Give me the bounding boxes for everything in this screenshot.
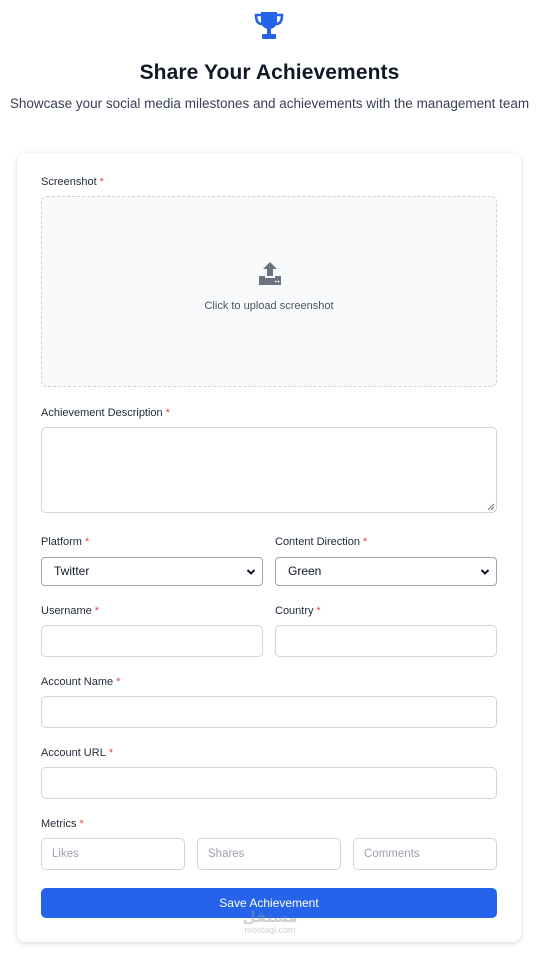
required-mark: *	[79, 818, 84, 830]
upload-icon	[259, 262, 281, 285]
required-mark: *	[316, 605, 321, 617]
content-direction-selected-value: Green	[288, 564, 322, 578]
account-url-input[interactable]	[41, 767, 497, 799]
save-achievement-button[interactable]: Save Achievement	[41, 888, 497, 918]
description-textarea[interactable]	[41, 427, 497, 513]
country-label: Country *	[275, 605, 321, 617]
page-subtitle: Showcase your social media milestones an…	[9, 96, 530, 111]
shares-placeholder: Shares	[208, 848, 245, 860]
content-direction-label: Content Direction *	[275, 536, 368, 548]
metrics-label: Metrics *	[41, 818, 84, 830]
likes-placeholder: Likes	[52, 848, 79, 860]
username-label: Username *	[41, 605, 100, 617]
upload-instruction: Click to upload screenshot	[204, 300, 334, 312]
comments-input[interactable]: Comments	[353, 838, 497, 870]
content-direction-select[interactable]: Green	[275, 557, 497, 586]
platform-label: Platform *	[41, 536, 90, 548]
trophy-icon	[254, 12, 284, 39]
required-mark: *	[116, 676, 121, 688]
account-name-input[interactable]	[41, 696, 497, 728]
likes-input[interactable]: Likes	[41, 838, 185, 870]
required-mark: *	[165, 407, 170, 419]
username-input[interactable]	[41, 625, 263, 657]
page-title: Share Your Achievements	[139, 61, 400, 84]
shares-input[interactable]: Shares	[197, 838, 341, 870]
platform-selected-value: Twitter	[54, 564, 90, 578]
platform-select[interactable]: Twitter	[41, 557, 263, 586]
required-mark: *	[84, 536, 90, 548]
country-input[interactable]	[275, 625, 497, 657]
account-name-label: Account Name *	[41, 676, 121, 688]
chevron-down-icon	[246, 569, 256, 575]
required-mark: *	[99, 176, 104, 188]
required-mark: *	[108, 747, 114, 759]
required-mark: *	[363, 536, 368, 548]
description-label: Achievement Description *	[41, 407, 170, 419]
screenshot-upload-area[interactable]: Click to upload screenshot	[41, 196, 497, 387]
comments-placeholder: Comments	[364, 848, 420, 860]
required-mark: *	[94, 605, 100, 617]
screenshot-label: Screenshot *	[41, 176, 104, 188]
resize-handle-icon[interactable]	[487, 503, 494, 510]
account-url-label: Account URL *	[41, 747, 114, 759]
chevron-down-icon	[480, 569, 490, 575]
